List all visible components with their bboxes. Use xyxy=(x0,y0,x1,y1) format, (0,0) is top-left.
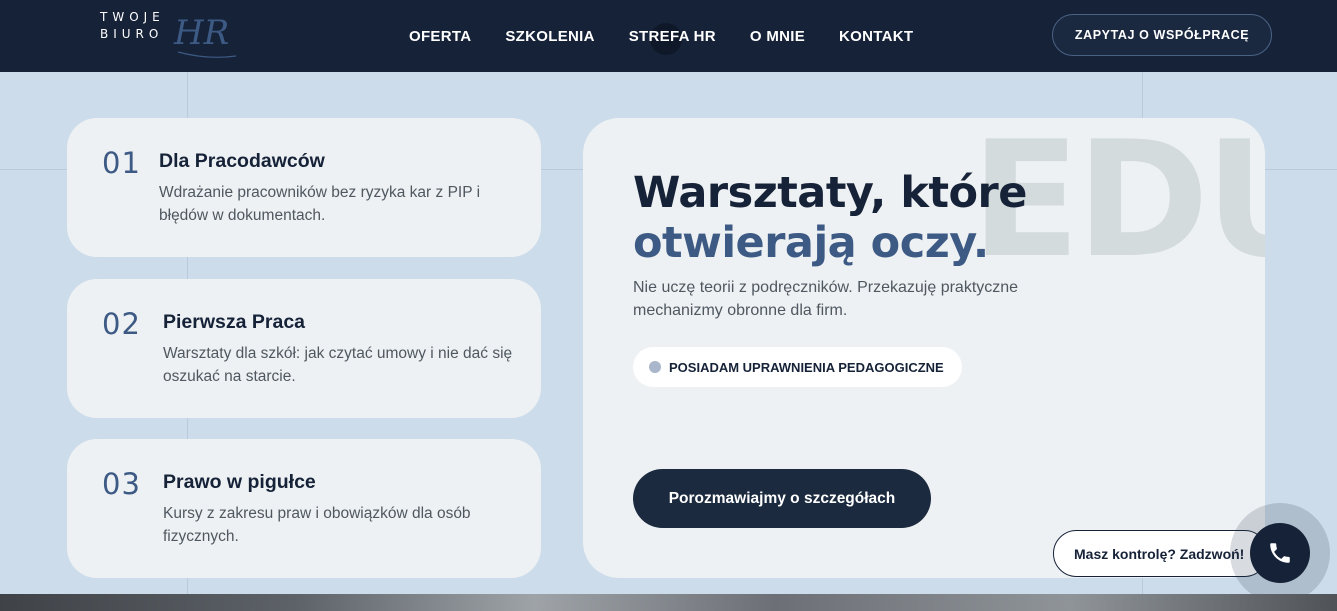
card-title: Dla Pracodawców xyxy=(159,150,325,172)
nav-item-kontakt[interactable]: KONTAKT xyxy=(822,28,930,45)
hero-title-line1: Warsztaty, które xyxy=(633,168,1027,218)
card-title: Prawo w pigułce xyxy=(163,471,316,493)
logo[interactable]: TWOJE BIURO HR xyxy=(100,8,240,62)
offer-card-law-nutshell[interactable]: 03 Prawo w pigułce Kursy z zakresu praw … xyxy=(67,439,541,578)
nav-item-szkolenia[interactable]: SZKOLENIA xyxy=(488,28,611,45)
site-header: TWOJE BIURO HR OFERTA SZKOLENIA STREFA H… xyxy=(0,0,1337,72)
cooperation-inquiry-button[interactable]: ZAPYTAJ O WSPÓŁPRACĘ xyxy=(1052,14,1272,56)
hero-description: Nie uczę teorii z podręczników. Przekazu… xyxy=(633,279,1019,319)
discuss-details-button[interactable]: Porozmawiajmy o szczegółach xyxy=(633,469,931,528)
call-button[interactable] xyxy=(1250,523,1310,583)
card-title: Pierwsza Praca xyxy=(163,311,306,333)
logo-monogram-icon: HR xyxy=(173,13,237,58)
offer-card-first-job[interactable]: 02 Pierwsza Praca Warsztaty dla szkół: j… xyxy=(67,279,541,418)
next-section-image-edge xyxy=(0,594,1337,611)
card-number: 03 xyxy=(102,467,141,501)
nav-item-strefa-hr[interactable]: STREFA HR xyxy=(612,28,733,45)
workshops-hero: EDU Warsztaty, które otwierają oczy. Nie… xyxy=(583,118,1265,578)
call-prompt-label: Masz kontrolę? Zadzwoń! xyxy=(1074,545,1245,562)
phone-icon xyxy=(1270,543,1290,563)
badge-label: POSIADAM UPRAWNIENIA PEDAGOGICZNE xyxy=(669,359,944,375)
pedagogical-credentials-badge: POSIADAM UPRAWNIENIA PEDAGOGICZNE xyxy=(633,347,962,387)
badge-dot-icon xyxy=(649,361,661,373)
card-description: Wdrażanie pracowników bez ryzyka kar z P… xyxy=(159,184,481,224)
main-nav: OFERTA SZKOLENIA STREFA HR O MNIE KONTAK… xyxy=(392,0,930,72)
nav-item-o-mnie[interactable]: O MNIE xyxy=(733,28,822,45)
hero-title-line2: otwierają oczy. xyxy=(633,218,989,268)
offer-card-employers[interactable]: 01 Dla Pracodawców Wdrażanie pracowników… xyxy=(67,118,541,257)
card-description: Warsztaty dla szkół: jak czytać umowy i … xyxy=(163,345,513,385)
nav-item-oferta[interactable]: OFERTA xyxy=(392,28,488,45)
logo-text-line1: TWOJE xyxy=(100,10,165,24)
card-description: Kursy z zakresu praw i obowiązków dla os… xyxy=(163,505,471,545)
logo-text-line2: BIURO xyxy=(100,27,164,41)
logo-monogram-text: HR xyxy=(173,13,229,53)
card-number: 01 xyxy=(102,146,141,180)
card-number: 02 xyxy=(102,307,141,341)
